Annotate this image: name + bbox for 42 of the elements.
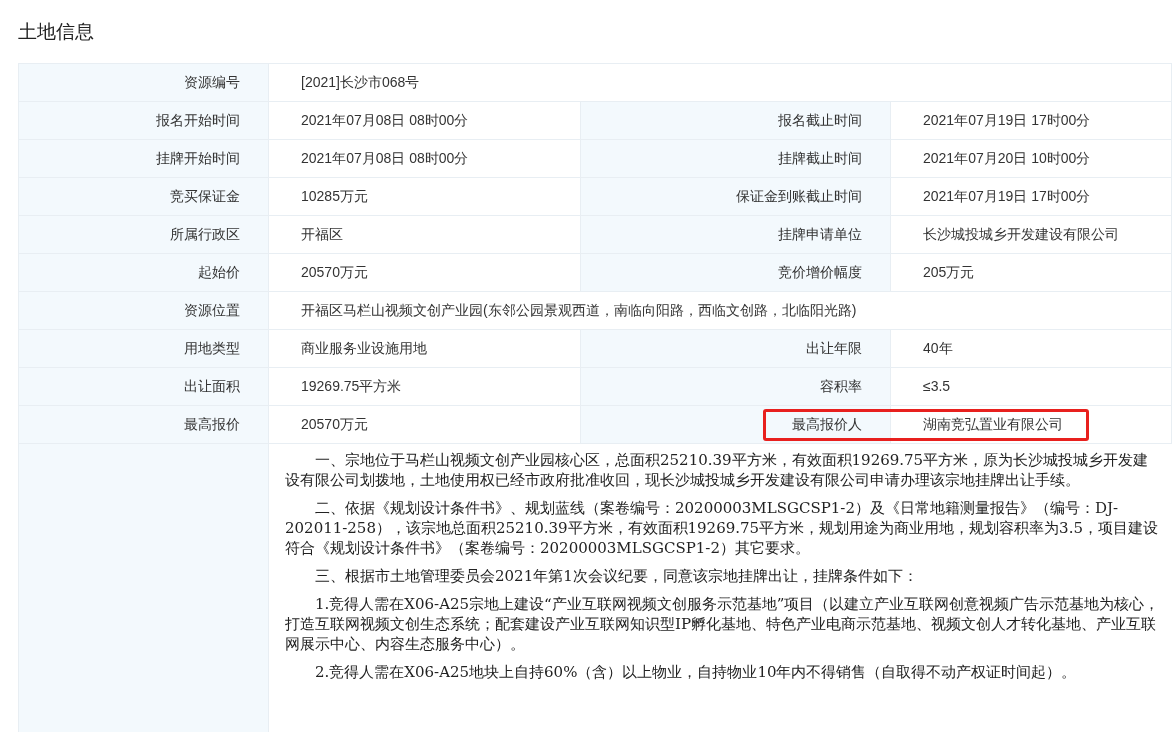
paragraph: 一、宗地位于马栏山视频文创产业园核心区，总面积25210.39平方米，有效面积19269.75平方米，原为长沙城投城乡开发建设有限公司划拨地，土地使用权已经市政府批准收回，现长沙城投城乡开发建设有限公司申请办理该宗地挂牌出让手续。 [285,449,1150,490]
field-value: 2021年07月08日 08时00分 [301,110,469,130]
field-value: 20570万元 [301,414,368,434]
field-label: 所属行政区 [170,224,240,244]
field-value: [2021]长沙市068号 [301,72,420,92]
paragraph: 2.竞得人需在X06-A25地块上自持60%（含）以上物业，自持物业10年内不得销售（自取得不动产权证时间起）。 [314,661,1078,682]
field-label: 出让年限 [806,338,862,358]
field-label: 容积率 [820,376,862,396]
field-label: 竞买保证金 [170,186,240,206]
field-label: 出让面积 [184,376,240,396]
field-value: 19269.75平方米 [301,376,402,396]
field-value: 10285万元 [301,186,368,206]
field-label: 报名开始时间 [156,110,240,130]
paragraph: 二、依据《规划设计条件书》、规划蓝线（案卷编号：20200003MLSGCSP1-2）及《日常地籍测量报告》（编号：DJ-202011-258），该宗地总面积25210.39平方米，有效面积19269.75平方米，规划用途为商业用地，规划容积率为3.5，项目建设符合《规划设计条件书》（案卷编号：20200003MLSGCSP1-2）其它要求。 [285,497,1159,558]
field-label: 挂牌申请单位 [778,224,862,244]
field-value: 开福区马栏山视频文创产业园(东邻公园景观西道，南临向阳路，西临文创路，北临阳光路) [301,300,857,320]
field-value: 2021年07月20日 10时00分 [923,148,1091,168]
field-label: 资源编号 [184,72,240,92]
field-value: 长沙城投城乡开发建设有限公司 [923,224,1119,244]
field-label: 挂牌截止时间 [778,148,862,168]
field-value: 商业服务业设施用地 [301,338,427,358]
field-value: ≤3.5 [923,376,951,396]
field-label: 最高报价人 [792,414,862,434]
field-label: 报名截止时间 [778,110,862,130]
paragraph: 三、根据市土地管理委员会2021年第1次会议纪要，同意该宗地挂牌出让，挂牌条件如下： [314,565,919,586]
field-label: 挂牌开始时间 [156,148,240,168]
field-value: 20570万元 [301,262,368,282]
field-value: 开福区 [301,224,343,244]
field-value: 湖南竞弘置业有限公司 [923,414,1063,434]
field-label: 竞价增价幅度 [778,262,862,282]
field-value: 205万元 [923,262,975,282]
paragraph: 1.竞得人需在X06-A25宗地上建设“产业互联网视频文创服务示范基地”项目（以建立产业互联网创意视频广告示范基地为核心，打造互联网视频文创生态系统；配套建设产业互联网知识型IP孵化基地、特色产业电商示范基地、视频文创人才转化基地、产业互联网展示中心、内容生态服务中心）。 [285,593,1161,654]
field-value: 2021年07月08日 08时00分 [301,148,469,168]
field-label: 资源位置 [184,300,240,320]
field-value: 2021年07月19日 17时00分 [923,110,1091,130]
field-value: 40年 [923,338,953,358]
field-label: 起始价 [198,262,240,282]
field-value: 2021年07月19日 17时00分 [923,186,1091,206]
field-label: 保证金到账截止时间 [736,186,862,206]
field-label: 用地类型 [184,338,240,358]
field-label: 最高报价 [184,414,240,434]
section-title: 土地信息 [17,20,95,44]
